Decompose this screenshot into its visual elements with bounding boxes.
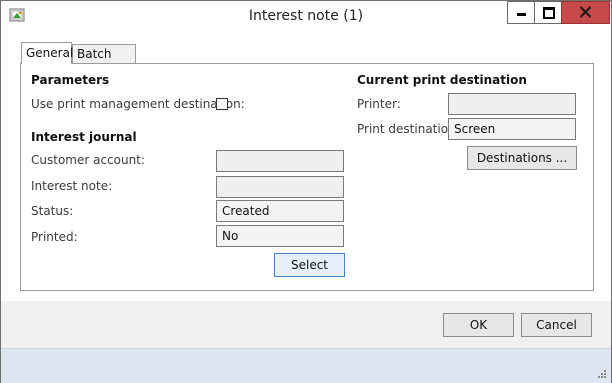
interest-note-field[interactable] [216,176,344,198]
customer-account-label: Customer account: [31,153,145,167]
parameters-heading: Parameters [31,73,110,87]
maximize-icon [543,7,555,19]
status-label: Status: [31,204,74,218]
destinations-button[interactable]: Destinations ... [467,146,577,170]
close-button[interactable] [561,1,610,24]
dialog-window: Interest note (1) General Batch Paramete… [0,0,612,383]
select-button[interactable]: Select [274,253,345,277]
use-print-management-checkbox[interactable] [216,98,228,110]
printed-field[interactable]: No [216,225,344,247]
interest-note-label: Interest note: [31,179,113,193]
status-bar [1,348,611,383]
minimize-button[interactable] [507,1,535,24]
tab-panel-general: Parameters Use print management destinat… [20,63,594,291]
status-field[interactable]: Created [216,200,344,222]
use-print-management-label: Use print management destination: [31,97,245,111]
tab-general[interactable]: General [21,42,73,64]
minimize-icon [517,13,526,16]
print-destination-heading: Current print destination [357,73,527,87]
tab-batch[interactable]: Batch [72,44,136,63]
cancel-button[interactable]: Cancel [521,313,592,337]
maximize-button[interactable] [534,1,562,24]
printed-label: Printed: [31,230,78,244]
customer-account-field[interactable] [216,150,344,172]
ok-button[interactable]: OK [443,313,514,337]
resize-grip-icon[interactable] [595,367,607,379]
printer-field[interactable] [448,93,576,115]
interest-journal-heading: Interest journal [31,130,137,144]
print-destination-label: Print destination: [357,122,460,136]
dialog-footer: OK Cancel [1,301,611,348]
print-destination-field[interactable]: Screen [448,118,576,140]
close-icon [579,6,592,18]
printer-label: Printer: [357,97,401,111]
title-bar[interactable]: Interest note (1) [1,1,611,31]
